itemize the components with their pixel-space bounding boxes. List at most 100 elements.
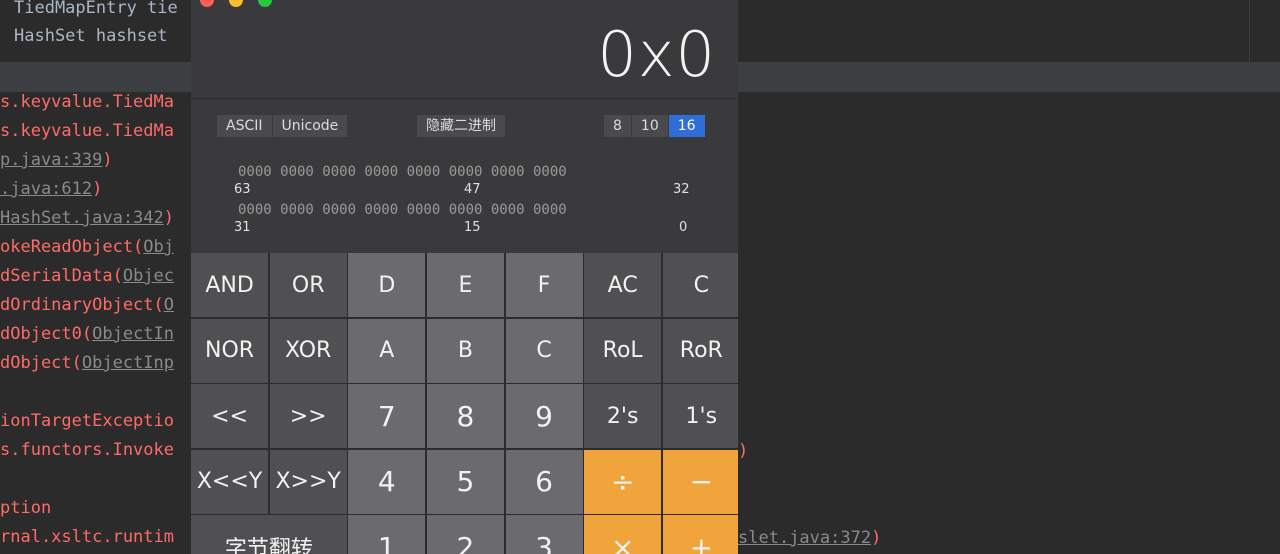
key-button[interactable]: C: [662, 253, 738, 317]
key-button[interactable]: 2's: [584, 384, 662, 448]
console-source-link[interactable]: slet.java:372: [738, 528, 871, 548]
console-line: dObject0(ObjectIn: [0, 323, 174, 345]
key-button[interactable]: RoL: [584, 318, 662, 383]
console-line-fragment: ): [738, 441, 748, 461]
hide-binary-control[interactable]: 隐藏二进制: [417, 115, 506, 137]
console-line: p.java:339): [0, 149, 113, 171]
console-text: okeReadObject(: [0, 237, 144, 257]
editor-divider: [1249, 0, 1250, 62]
key-button[interactable]: ÷: [584, 449, 662, 514]
key-button[interactable]: 字节翻转: [191, 515, 347, 554]
tab-base-16[interactable]: 16: [668, 115, 706, 137]
key-button[interactable]: A: [348, 318, 426, 383]
bit-label: 31: [234, 220, 251, 235]
key-button[interactable]: 3: [505, 515, 583, 554]
console-line: s.keyvalue.TiedMa: [0, 91, 174, 113]
code-line-1: TiedMapEntry tie: [14, 0, 178, 18]
calculator-display: 0x0: [597, 18, 716, 91]
console-source-link[interactable]: Objec: [123, 266, 174, 286]
bit-label: 63: [234, 182, 251, 197]
zoom-button[interactable]: [258, 0, 272, 7]
console-text: s.functors.Invoke: [0, 440, 174, 460]
key-button[interactable]: <<: [191, 384, 269, 448]
console-text: dSerialData(: [0, 266, 123, 286]
base-segmented-control[interactable]: 8 10 16: [604, 115, 706, 137]
console-text: dObject(: [0, 353, 82, 373]
console-source-link[interactable]: p.java:339: [0, 150, 102, 170]
key-button[interactable]: >>: [269, 384, 347, 448]
console-source-link[interactable]: ObjectIn: [92, 324, 174, 344]
tab-unicode[interactable]: Unicode: [272, 115, 349, 137]
minimize-button[interactable]: [229, 0, 243, 7]
console-text: s.keyvalue.TiedMa: [0, 121, 174, 141]
bit-label: 0: [679, 220, 688, 235]
key-button[interactable]: C: [505, 318, 583, 383]
console-text: ): [163, 208, 175, 228]
key-button[interactable]: AC: [584, 253, 662, 317]
console-line: ionTargetExceptio: [0, 410, 174, 432]
console-text: rnal.xsltc.runtim: [0, 527, 174, 547]
hide-binary-button[interactable]: 隐藏二进制: [417, 115, 506, 137]
console-text: ): [738, 441, 749, 461]
bit-label: 32: [673, 182, 690, 197]
tab-base-8[interactable]: 8: [604, 115, 632, 137]
key-button[interactable]: 1's: [662, 384, 738, 448]
key-button[interactable]: 1: [348, 515, 426, 554]
console-text: ): [92, 179, 103, 199]
display-divider: [191, 98, 738, 99]
console-line: HashSet.java:342): [0, 207, 174, 229]
keypad: AND OR D E F AC C NOR XOR A B C RoL RoR << >> 7 8 9 2's 1's X…: [191, 253, 738, 554]
code-line-2: HashSet hashset: [14, 26, 168, 46]
key-button[interactable]: 6: [505, 449, 583, 514]
tab-ascii[interactable]: ASCII: [217, 115, 273, 137]
console-line: dObject(ObjectInp: [0, 352, 174, 374]
key-button[interactable]: B: [426, 318, 504, 383]
console-line: s.functors.Invoke: [0, 439, 174, 461]
key-button[interactable]: RoR: [662, 318, 738, 383]
console-source-link[interactable]: O: [164, 295, 174, 315]
console-source-link[interactable]: HashSet.java:342: [0, 208, 164, 228]
console-line: okeReadObject(Obj: [0, 236, 174, 258]
key-button[interactable]: E: [426, 253, 504, 317]
console-line: .java:612): [0, 178, 102, 200]
key-button[interactable]: +: [662, 515, 738, 554]
key-button[interactable]: AND: [191, 253, 269, 317]
calculator-window[interactable]: 0x0 ASCII Unicode 隐藏二进制 8 10 16 0000 000…: [191, 0, 738, 554]
bit-label: 15: [464, 220, 481, 235]
console-line: s.keyvalue.TiedMa: [0, 120, 174, 142]
bit-row-low[interactable]: 0000 0000 0000 0000 0000 0000 0000 0000: [238, 202, 567, 218]
key-button[interactable]: D: [348, 253, 426, 317]
console-text: ): [102, 150, 113, 170]
key-button[interactable]: F: [505, 253, 583, 317]
key-button[interactable]: 8: [426, 384, 504, 448]
key-button[interactable]: NOR: [191, 318, 269, 383]
key-button[interactable]: 5: [426, 449, 504, 514]
tab-base-10[interactable]: 10: [631, 115, 669, 137]
key-button[interactable]: OR: [269, 253, 347, 317]
console-line: dOrdinaryObject(O: [0, 294, 174, 316]
key-button[interactable]: −: [662, 449, 738, 514]
key-button[interactable]: XOR: [269, 318, 347, 383]
console-source-link[interactable]: .java:612: [0, 179, 92, 199]
console-line: ption: [0, 497, 51, 519]
close-button[interactable]: [200, 0, 214, 7]
console-text: ): [871, 528, 882, 548]
console-line: dSerialData(Objec: [0, 265, 174, 287]
console-line-fragment: slet.java:372): [738, 528, 881, 548]
console-source-link[interactable]: Obj: [143, 237, 174, 257]
bit-label: 47: [464, 182, 481, 197]
console-text: dObject0(: [0, 324, 93, 344]
bit-row-high[interactable]: 0000 0000 0000 0000 0000 0000 0000 0000: [238, 164, 567, 180]
key-button[interactable]: X>>Y: [269, 449, 347, 514]
encoding-segmented-control[interactable]: ASCII Unicode: [217, 115, 349, 137]
key-button[interactable]: X<<Y: [191, 449, 269, 514]
key-button[interactable]: ×: [584, 515, 662, 554]
key-button[interactable]: 4: [348, 449, 426, 514]
console-source-link[interactable]: ObjectInp: [82, 353, 174, 373]
console-text: s.keyvalue.TiedMa: [0, 92, 174, 112]
key-button[interactable]: 9: [505, 384, 583, 448]
console-text: dOrdinaryObject(: [0, 295, 164, 315]
console-text: ption: [0, 498, 52, 518]
key-button[interactable]: 7: [348, 384, 426, 448]
key-button[interactable]: 2: [426, 515, 504, 554]
